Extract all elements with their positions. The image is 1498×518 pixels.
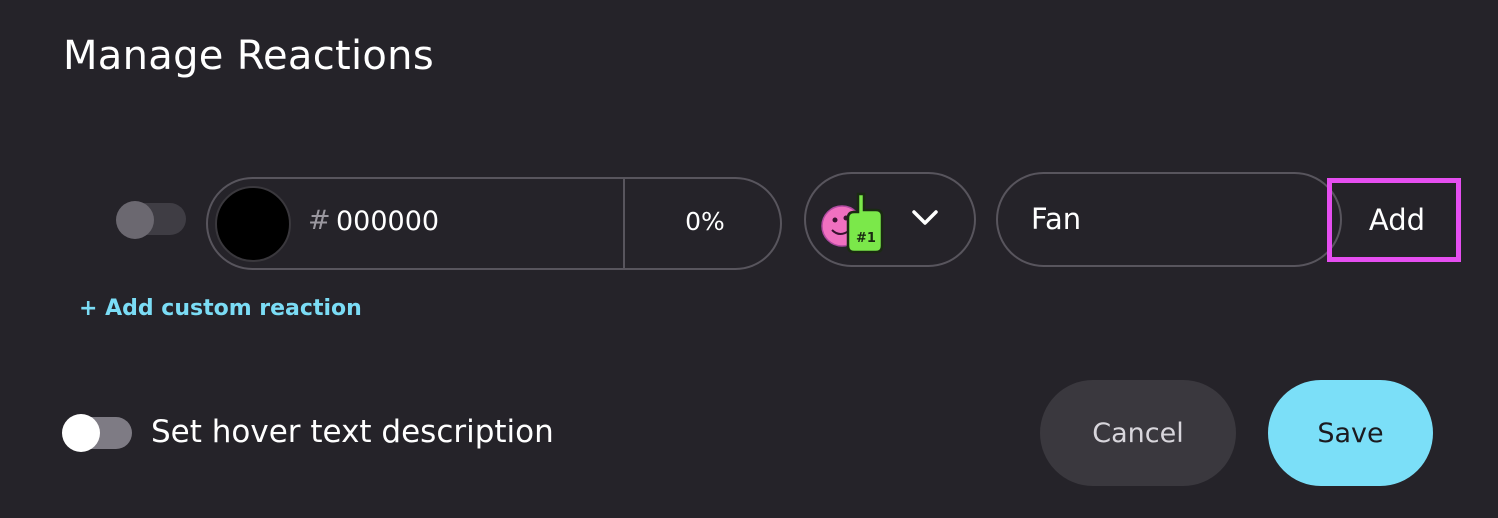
cancel-button[interactable]: Cancel (1040, 380, 1236, 486)
hover-text-toggle[interactable] (62, 414, 132, 452)
color-swatch[interactable] (215, 186, 291, 262)
hover-text-label: Set hover text description (151, 414, 554, 450)
add-button[interactable]: Add (1327, 178, 1461, 262)
reaction-name-input[interactable]: Fan (996, 172, 1342, 267)
reaction-enabled-toggle[interactable] (116, 201, 186, 239)
hex-color-input[interactable]: 000000 (336, 206, 439, 237)
color-opacity-field: # 000000 0% (206, 177, 782, 270)
hash-symbol: # (308, 205, 331, 236)
foam-finger-number-one-icon: #1 (821, 192, 884, 254)
add-custom-reaction-link[interactable]: + Add custom reaction (79, 296, 362, 321)
reaction-name-value: Fan (1031, 202, 1082, 236)
toggle-knob (116, 201, 154, 239)
toggle-knob (62, 414, 100, 452)
svg-text:#1: #1 (856, 231, 876, 246)
page-title: Manage Reactions (63, 33, 434, 79)
emoji-dropdown[interactable]: #1 (804, 172, 976, 267)
chevron-down-icon (912, 210, 938, 225)
opacity-input[interactable]: 0% (625, 207, 785, 236)
save-button[interactable]: Save (1268, 380, 1433, 486)
